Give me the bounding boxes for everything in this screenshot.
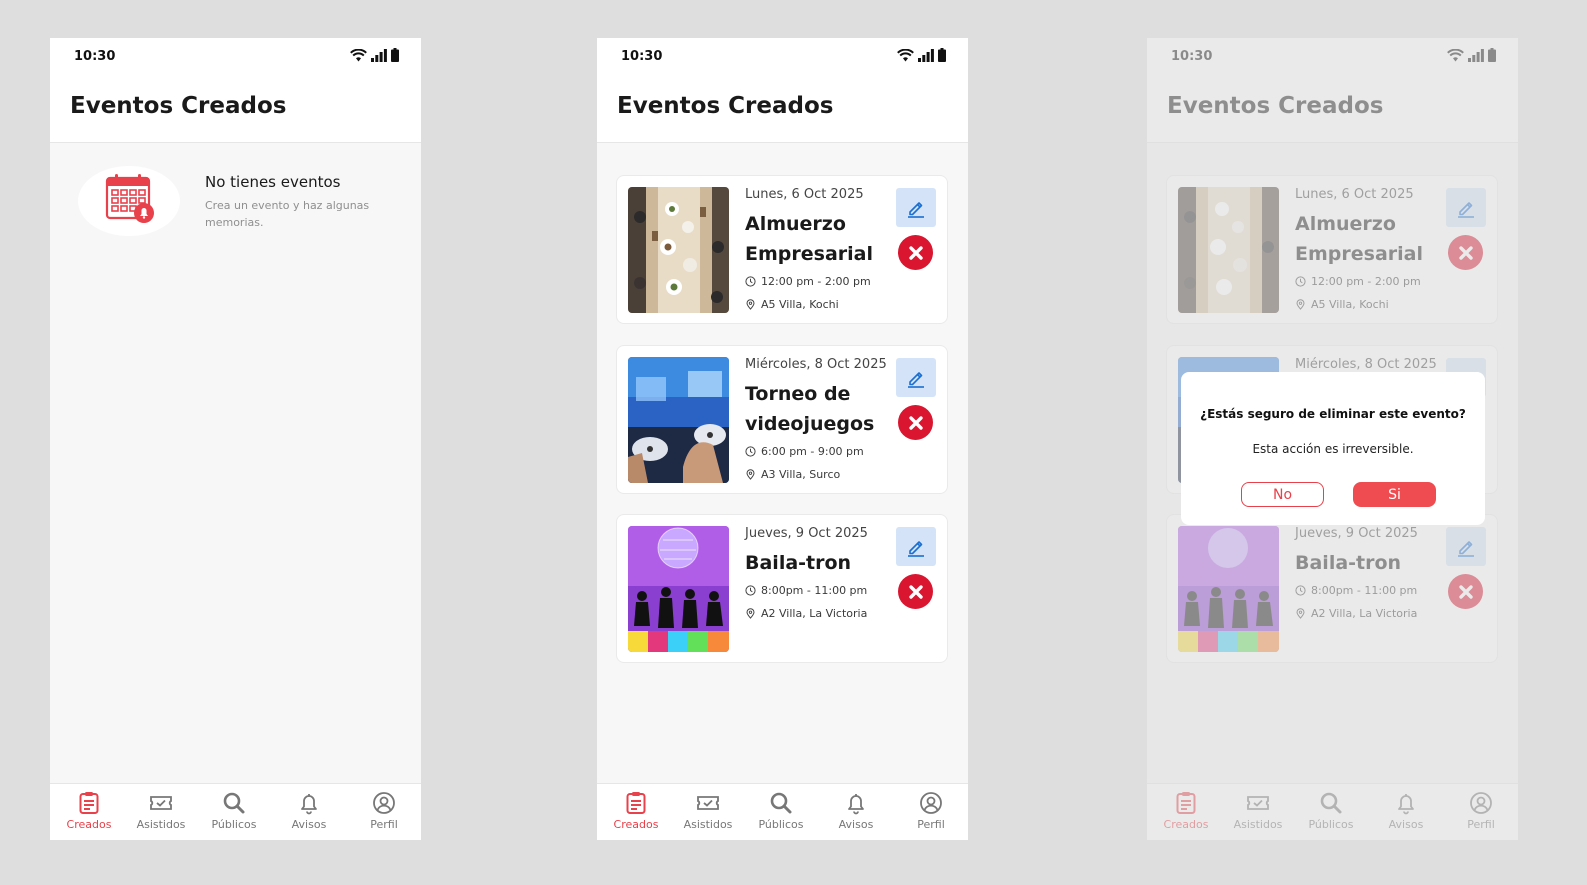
- close-icon: [908, 584, 923, 599]
- signal-icon: [371, 49, 387, 62]
- confirm-button[interactable]: Si: [1353, 482, 1436, 507]
- tab-creados[interactable]: Creados: [52, 791, 126, 831]
- tab-creados[interactable]: Creados: [599, 791, 673, 831]
- event-date: Miércoles, 8 Oct 2025: [745, 357, 887, 372]
- delete-button[interactable]: [898, 235, 933, 270]
- wifi-icon: [350, 49, 367, 62]
- empty-subtitle: Crea un evento y haz algunas memorias.: [205, 199, 370, 229]
- tab-avisos[interactable]: Avisos: [819, 791, 893, 831]
- header: 10:30 Eventos Creados: [597, 38, 968, 143]
- pencil-icon: [908, 371, 924, 388]
- event-location: A2 Villa, La Victoria: [745, 607, 867, 620]
- screen-empty: 10:30 Eventos Creados No tienes eventos …: [50, 38, 421, 840]
- clock-icon: [745, 446, 756, 457]
- location-pin-icon: [746, 299, 755, 310]
- event-name: Baila-tron: [745, 552, 852, 574]
- tab-avisos[interactable]: Avisos: [272, 791, 346, 831]
- ticket-icon: [697, 796, 719, 810]
- clipboard-icon: [626, 792, 646, 814]
- dialog-message: Esta acción es irreversible.: [1252, 442, 1414, 456]
- event-image-gaming: [628, 357, 729, 483]
- signal-icon: [918, 49, 934, 62]
- wifi-icon: [897, 49, 914, 62]
- calendar-bell-icon: [105, 174, 154, 223]
- clock-icon: [745, 585, 756, 596]
- tab-asistidos[interactable]: Asistidos: [124, 791, 198, 831]
- event-location: A5 Villa, Kochi: [745, 298, 839, 311]
- page-title: Eventos Creados: [70, 93, 287, 119]
- confirm-delete-dialog: ¿Estás seguro de eliminar este evento? E…: [1181, 372, 1485, 525]
- tab-publicos[interactable]: Públicos: [197, 791, 271, 831]
- event-location: A3 Villa, Surco: [745, 468, 840, 481]
- pencil-icon: [908, 540, 924, 557]
- event-time: 8:00pm - 11:00 pm: [745, 584, 867, 597]
- event-image-dance: [628, 526, 729, 652]
- bottom-tab-bar: Creados Asistidos Públicos Avisos Perfil: [597, 783, 968, 840]
- tab-publicos[interactable]: Públicos: [744, 791, 818, 831]
- screen-delete-confirm: 10:30 Eventos Creados Lunes, 6 Oct 2025 …: [1147, 38, 1518, 840]
- profile-icon: [373, 792, 395, 814]
- page-title: Eventos Creados: [617, 93, 834, 119]
- event-card[interactable]: Lunes, 6 Oct 2025 Almuerzo Empresarial 1…: [616, 175, 948, 324]
- header: 10:30 Eventos Creados: [50, 38, 421, 143]
- status-time: 10:30: [621, 49, 663, 64]
- delete-button[interactable]: [898, 574, 933, 609]
- profile-icon: [920, 792, 942, 814]
- delete-button[interactable]: [898, 405, 933, 440]
- location-pin-icon: [746, 469, 755, 480]
- event-name: Torneo de videojuegos: [745, 383, 875, 435]
- battery-icon: [938, 48, 946, 62]
- pencil-icon: [908, 201, 924, 218]
- status-icons: [350, 48, 399, 62]
- bottom-tab-bar: Creados Asistidos Públicos Avisos Perfil: [50, 783, 421, 840]
- event-card[interactable]: Miércoles, 8 Oct 2025 Torneo de videojue…: [616, 345, 948, 494]
- event-date: Jueves, 9 Oct 2025: [745, 526, 868, 541]
- location-pin-icon: [746, 608, 755, 619]
- event-time: 12:00 pm - 2:00 pm: [745, 275, 871, 288]
- battery-icon: [391, 48, 399, 62]
- cancel-button[interactable]: No: [1241, 482, 1324, 507]
- tab-perfil[interactable]: Perfil: [894, 791, 968, 831]
- clipboard-icon: [79, 792, 99, 814]
- empty-title: No tienes eventos: [205, 173, 341, 191]
- event-time: 6:00 pm - 9:00 pm: [745, 445, 864, 458]
- close-icon: [908, 245, 923, 260]
- edit-button[interactable]: [896, 527, 936, 566]
- bell-icon: [301, 794, 317, 815]
- event-card[interactable]: Jueves, 9 Oct 2025 Baila-tron 8:00pm - 1…: [616, 514, 948, 663]
- search-icon: [770, 792, 792, 814]
- tab-perfil[interactable]: Perfil: [347, 791, 421, 831]
- dialog-title: ¿Estás seguro de eliminar este evento?: [1200, 407, 1466, 421]
- event-date: Lunes, 6 Oct 2025: [745, 187, 864, 202]
- close-icon: [908, 415, 923, 430]
- edit-button[interactable]: [896, 188, 936, 227]
- empty-state: No tienes eventos Crea un evento y haz a…: [78, 166, 398, 236]
- event-image-lunch: [628, 187, 729, 313]
- tab-asistidos[interactable]: Asistidos: [671, 791, 745, 831]
- search-icon: [223, 792, 245, 814]
- status-time: 10:30: [74, 49, 116, 64]
- ticket-icon: [150, 796, 172, 810]
- edit-button[interactable]: [896, 358, 936, 397]
- bell-icon: [848, 794, 864, 815]
- status-icons: [897, 48, 946, 62]
- clock-icon: [745, 276, 756, 287]
- event-name: Almuerzo Empresarial: [745, 213, 873, 265]
- screen-events-list: 10:30 Eventos Creados Lunes, 6 Oct 2025 …: [597, 38, 968, 840]
